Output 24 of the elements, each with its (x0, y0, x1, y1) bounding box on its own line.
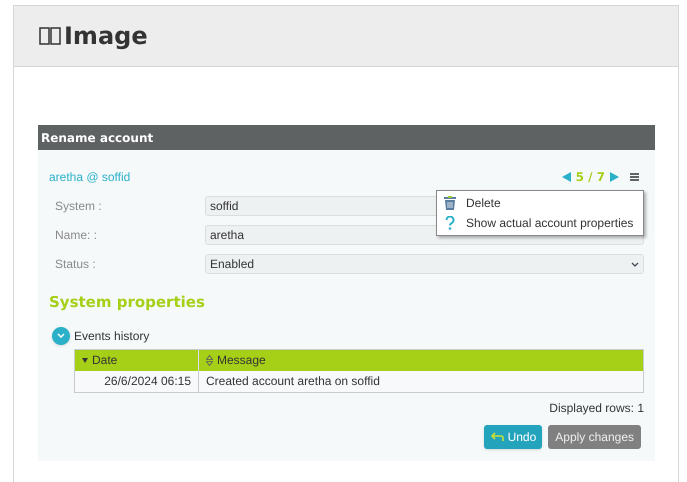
page-title: Image (64, 21, 148, 52)
previous-icon[interactable] (562, 172, 571, 182)
question-icon (444, 216, 456, 230)
field-label: Name: : (55, 227, 98, 244)
column-header[interactable]: Message (199, 350, 643, 370)
field-label: System : (55, 198, 103, 215)
menu-icon[interactable] (630, 173, 639, 181)
chevron-down-icon (631, 262, 639, 266)
status-select[interactable]: Enabled (205, 254, 644, 274)
field-label: Status : (55, 256, 97, 273)
table-cell: 26/6/2024 06:15 (75, 370, 199, 392)
chevron-down-icon (57, 333, 65, 338)
trash-icon (444, 196, 456, 210)
table-cell-text: Created account aretha on soffid (205, 373, 381, 390)
pager-count: 5 / 7 (576, 169, 605, 186)
row-count: Displayed rows: 1 (548, 400, 644, 416)
section-title: System properties (49, 292, 206, 313)
events-title: Events history (74, 328, 150, 344)
undo-icon (490, 432, 504, 442)
collapse-button[interactable] (52, 326, 70, 344)
menu-item[interactable]: Delete (437, 193, 643, 213)
dialog-title: Rename account (38, 125, 655, 150)
columns-icon (39, 27, 61, 45)
next-icon[interactable] (610, 172, 619, 182)
